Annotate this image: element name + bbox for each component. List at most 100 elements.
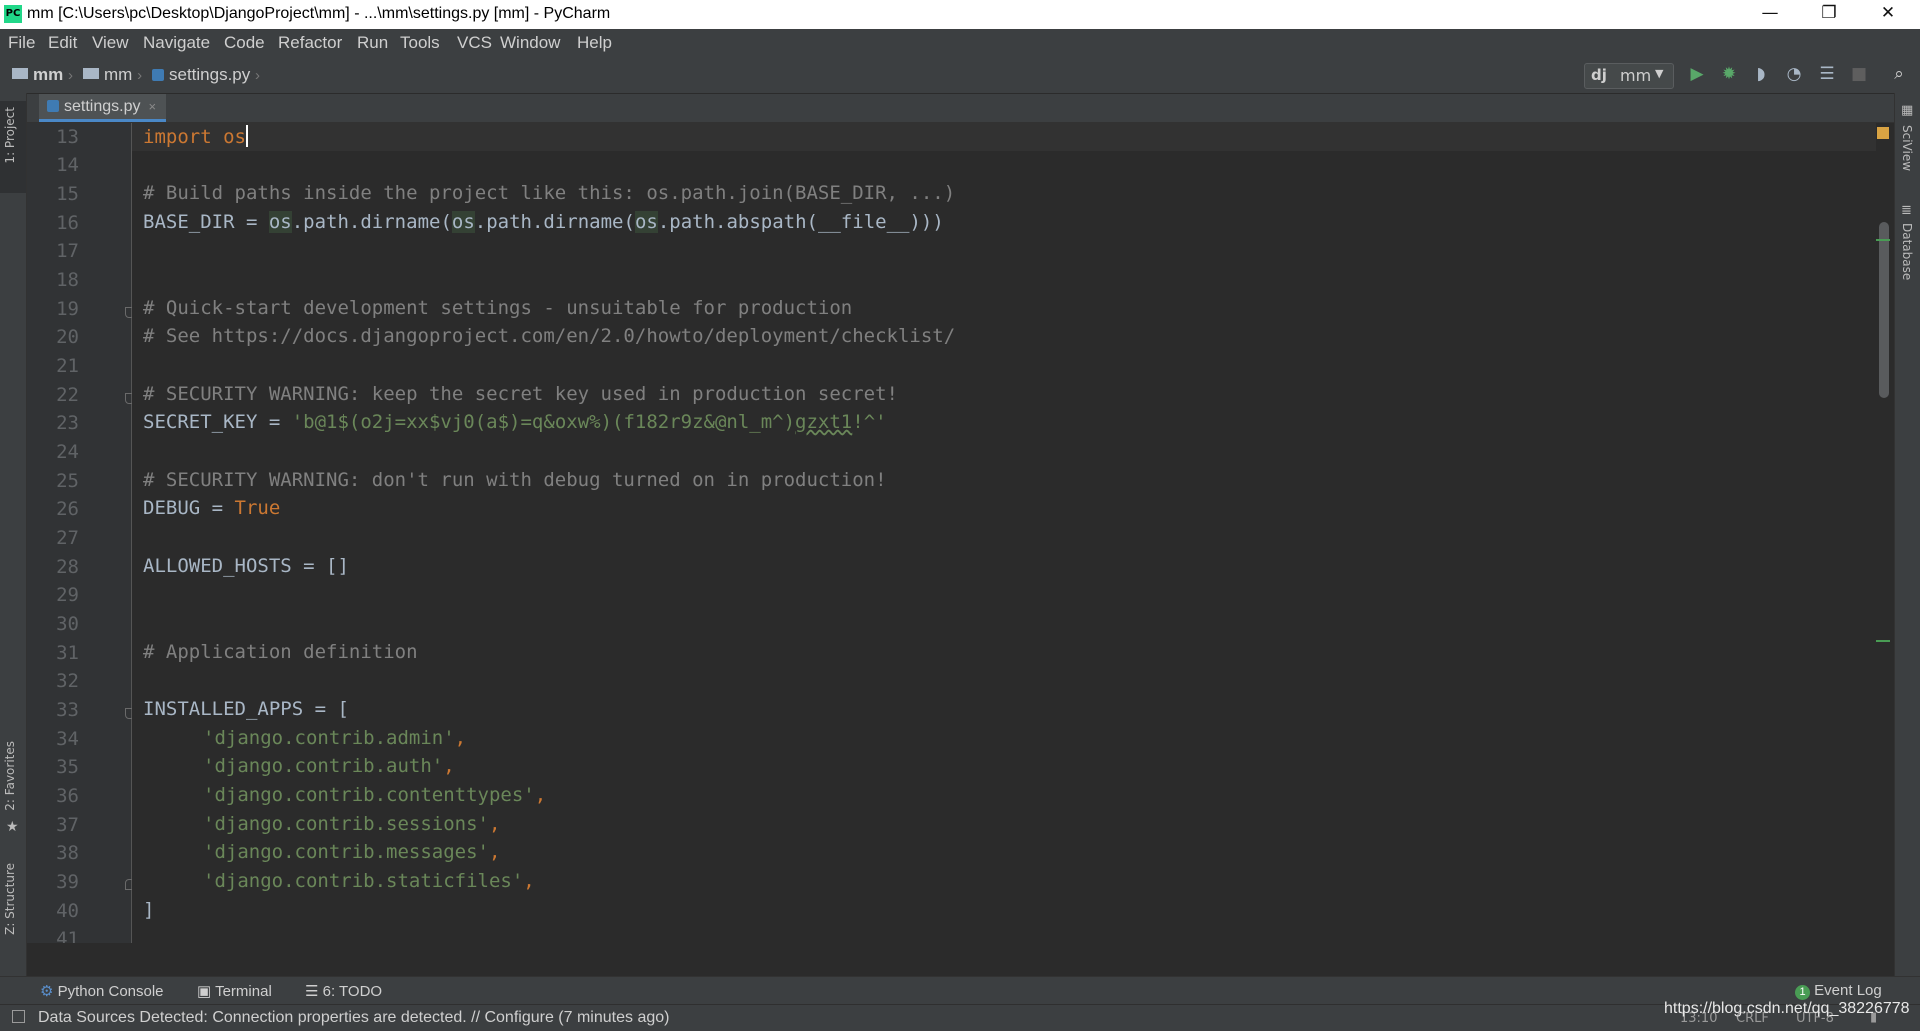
run-configuration-select[interactable]: dj mm ▼ <box>1584 63 1674 89</box>
menu-view[interactable]: View <box>92 33 129 53</box>
event-log-badge: 1 <box>1795 985 1810 1000</box>
line-number: 27 <box>56 527 79 549</box>
inspection-warning-icon[interactable] <box>1877 127 1889 139</box>
menu-navigate[interactable]: Navigate <box>143 33 210 53</box>
line-number: 37 <box>56 814 79 836</box>
menu-help[interactable]: Help <box>577 33 612 53</box>
line-number: 41 <box>56 928 79 943</box>
pycharm-logo-icon: PC <box>4 5 22 23</box>
minimize-button[interactable]: — <box>1741 0 1799 29</box>
code-line-13: import os <box>143 125 248 148</box>
code-line-25: # SECURITY WARNING: don't run with debug… <box>143 469 887 491</box>
line-number: 39 <box>56 871 79 893</box>
line-number: 21 <box>56 355 79 377</box>
line-number: 17 <box>56 240 79 262</box>
close-button[interactable]: ✕ <box>1859 0 1917 29</box>
code-line-26: DEBUG = True <box>143 497 281 519</box>
star-icon: ★ <box>6 819 19 835</box>
tab-settings-py[interactable]: settings.py × <box>39 94 167 122</box>
line-number: 25 <box>56 470 79 492</box>
tab-todo[interactable]: ☰ 6: TODO <box>305 982 382 1000</box>
line-number-gutter: 13 14 15 16 17 18 19 20 21 22 23 24 25 2… <box>27 123 135 943</box>
line-number: 32 <box>56 670 79 692</box>
code-line-31: # Application definition <box>143 641 418 663</box>
menu-tools[interactable]: Tools <box>400 33 440 53</box>
debug-icon[interactable]: ✹ <box>1720 65 1738 83</box>
line-number: 19 <box>56 298 79 320</box>
django-icon: dj <box>1591 66 1607 84</box>
bottom-tool-bar: ⚙ Python Console ▣ Terminal ☰ 6: TODO 1 … <box>0 976 1920 1005</box>
panel-toggle-icon[interactable] <box>12 1010 25 1023</box>
line-number: 22 <box>56 384 79 406</box>
line-number: 23 <box>56 412 79 434</box>
breadcrumb-project[interactable]: mm › <box>12 65 73 85</box>
code-line-34: 'django.contrib.admin', <box>203 727 467 749</box>
sciview-tool-window-tab[interactable]: SciView <box>1900 125 1914 171</box>
search-icon[interactable]: ⌕ <box>1890 65 1908 83</box>
code-line-36: 'django.contrib.contenttypes', <box>203 784 547 806</box>
menu-refactor[interactable]: Refactor <box>278 33 342 53</box>
python-file-icon <box>47 100 59 112</box>
line-number: 26 <box>56 498 79 520</box>
code-line-23: SECRET_KEY = 'b@1$(o2j=xx$vj0(a$)=q&oxw%… <box>143 411 887 433</box>
event-log-button[interactable]: 1 Event Log <box>1795 982 1882 1000</box>
code-line-33: INSTALLED_APPS = [ <box>143 698 349 720</box>
profile-icon[interactable]: ◔ <box>1785 65 1803 83</box>
stop-icon[interactable]: ■ <box>1850 65 1868 83</box>
line-number: 16 <box>56 212 79 234</box>
restore-button[interactable]: ❐ <box>1800 0 1858 29</box>
window-title: mm [C:\Users\pc\Desktop\DjangoProject\mm… <box>27 5 611 22</box>
title-bar: PC mm [C:\Users\pc\Desktop\DjangoProject… <box>0 0 1920 29</box>
change-marker[interactable] <box>1876 239 1890 241</box>
code-line-37: 'django.contrib.sessions', <box>203 813 501 835</box>
line-number: 14 <box>56 154 79 176</box>
change-marker[interactable] <box>1876 640 1890 642</box>
right-tool-stripe: ▦ SciView ≣ Database <box>1894 93 1920 976</box>
menu-run[interactable]: Run <box>357 33 388 53</box>
code-line-19: # Quick-start development settings - uns… <box>143 297 853 319</box>
status-bar: Data Sources Detected: Connection proper… <box>0 1004 1920 1031</box>
line-number: 15 <box>56 183 79 205</box>
line-number: 28 <box>56 556 79 578</box>
menu-code[interactable]: Code <box>224 33 265 53</box>
code-line-15: # Build paths inside the project like th… <box>143 182 956 204</box>
code-line-40: ] <box>143 899 155 921</box>
line-number: 33 <box>56 699 79 721</box>
menu-file[interactable]: File <box>8 33 35 53</box>
close-tab-icon[interactable]: × <box>148 99 156 114</box>
tab-terminal[interactable]: ▣ Terminal <box>197 982 272 1000</box>
menu-window[interactable]: Window <box>500 33 560 53</box>
structure-tool-window-tab[interactable]: Z: Structure <box>3 863 17 935</box>
run-configuration-name: mm <box>1620 66 1652 85</box>
folder-icon <box>83 68 99 79</box>
navigation-bar: mm › mm › settings.py › dj mm ▼ ▶ ✹ ◗ ◔ … <box>0 57 1920 94</box>
python-console-icon: ⚙ <box>40 983 54 1000</box>
menu-vcs[interactable]: VCS <box>457 33 492 53</box>
python-file-icon <box>152 69 164 81</box>
line-number: 35 <box>56 756 79 778</box>
breadcrumb-file[interactable]: settings.py › <box>152 65 260 85</box>
code-line-38: 'django.contrib.messages', <box>203 841 501 863</box>
breadcrumb-folder[interactable]: mm › <box>83 65 142 85</box>
concurrency-icon[interactable]: ☰ <box>1818 65 1836 83</box>
database-tool-window-tab[interactable]: Database <box>1900 223 1914 280</box>
run-icon[interactable]: ▶ <box>1688 65 1706 83</box>
menu-bar: File Edit View Navigate Code Refactor Ru… <box>0 29 1920 57</box>
vertical-scrollbar[interactable] <box>1879 222 1889 398</box>
current-line-highlight <box>132 123 1876 151</box>
favorites-tool-window-tab[interactable]: 2: Favorites <box>3 741 17 811</box>
project-tool-window-tab[interactable]: 1: Project <box>3 107 17 164</box>
coverage-icon[interactable]: ◗ <box>1752 65 1770 83</box>
watermark: https://blog.csdn.net/qq_38226778 <box>1664 1000 1910 1017</box>
code-editor[interactable]: import os # Build paths inside the proje… <box>132 123 1876 943</box>
tab-label: settings.py <box>64 98 141 115</box>
status-message[interactable]: Data Sources Detected: Connection proper… <box>38 1009 669 1027</box>
line-number: 30 <box>56 613 79 635</box>
menu-edit[interactable]: Edit <box>48 33 77 53</box>
tab-python-console[interactable]: ⚙ Python Console <box>40 982 164 1000</box>
editor-tabs: settings.py × <box>27 94 1894 123</box>
code-line-16: BASE_DIR = os.path.dirname(os.path.dirna… <box>143 211 944 233</box>
line-number: 36 <box>56 785 79 807</box>
line-number: 24 <box>56 441 79 463</box>
line-number: 18 <box>56 269 79 291</box>
